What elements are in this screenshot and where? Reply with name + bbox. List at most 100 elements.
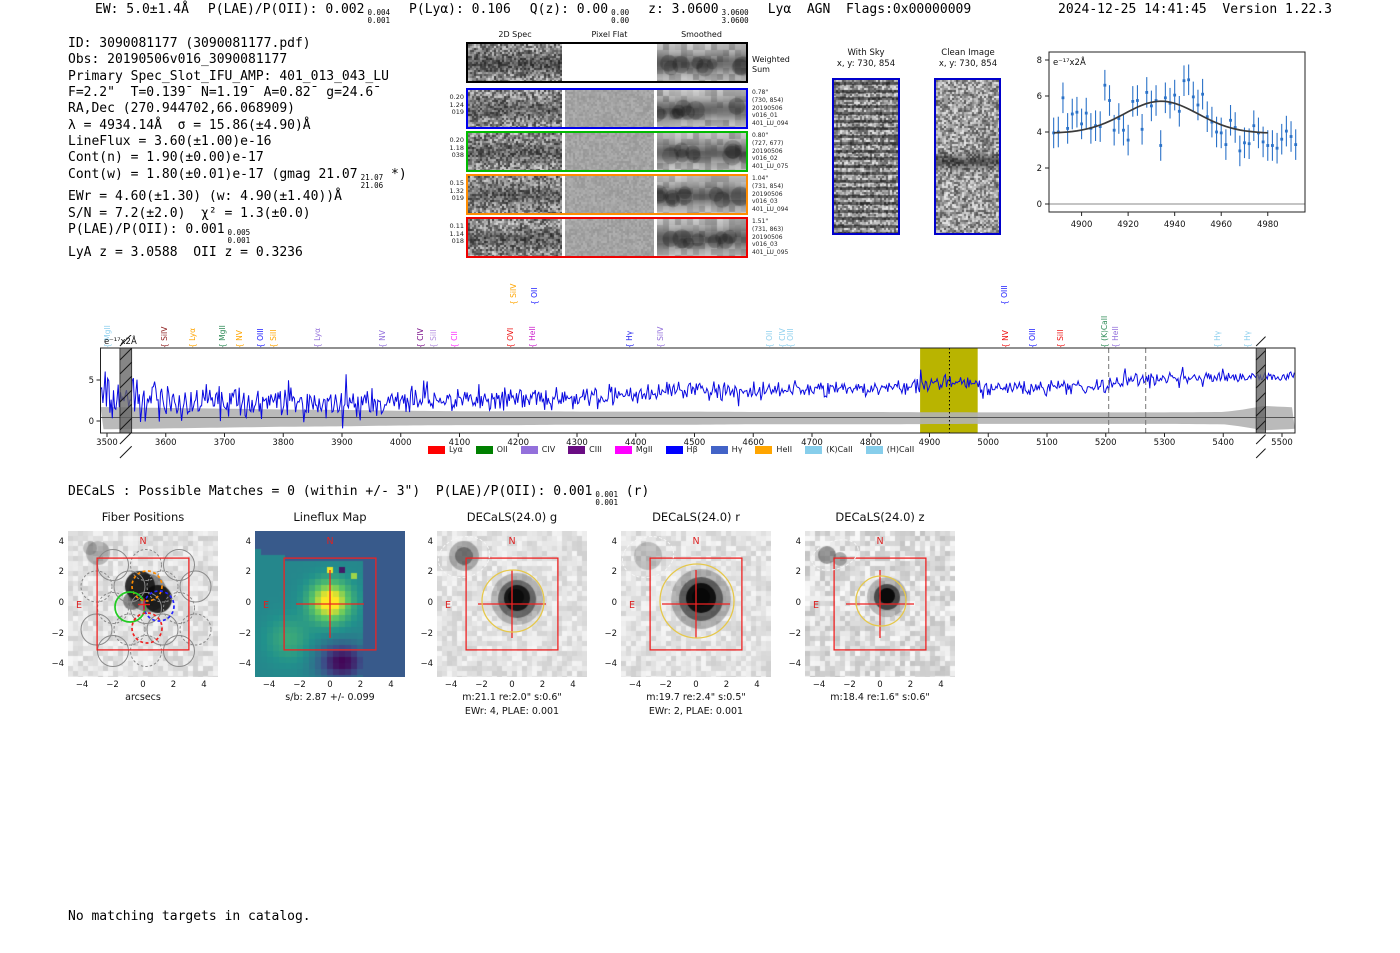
header-segment: EW: 5.0±1.4Å (95, 2, 189, 17)
y-tick-label: 2 (795, 567, 801, 578)
x-tick-label: 4 (570, 680, 576, 690)
legend-label: Hγ (731, 445, 743, 454)
spec2d-cell (468, 219, 562, 256)
spec2d-cell (657, 176, 746, 213)
cutout-title: DECaLS(24.0) g (466, 510, 558, 524)
cutout-title: Lineflux Map (293, 510, 367, 524)
line-label-oii: { OII (529, 287, 539, 305)
info-line: RA,Dec (270.944702,66.068909) (68, 101, 295, 117)
y-tick-label: 0 (427, 598, 433, 608)
info-line: F=2.2" T=0.13̄9̄ N=1.1̄9̄ A=0.82̄ g=24.6… (68, 85, 374, 101)
legend-label: Hβ (686, 445, 698, 454)
stacked-value: 0.004 0.001 (367, 8, 391, 25)
svg-text:e⁻¹⁷x2Å: e⁻¹⁷x2Å (1053, 56, 1086, 68)
cutout-panel-4: DECaLS(24.0) r N E 4 2 0 −2 −4 −4 −2 0 2 4 m:19.7 re:… (599, 508, 799, 723)
cutout-overlay: NE (76, 536, 212, 667)
spec2d-left-label: 0.20 1.18 038 (449, 136, 464, 160)
x-tick-label: −4 (628, 680, 642, 690)
spec2d-cell (657, 133, 746, 170)
svg-text:3900: 3900 (331, 438, 353, 448)
x-tick-label: 4 (388, 680, 394, 690)
svg-text:4000: 4000 (390, 438, 412, 448)
info-line: ID: 3090081177 (3090081177.pdf) (68, 36, 311, 51)
y-tick-label: 2 (611, 567, 617, 578)
svg-text:5200: 5200 (1095, 438, 1117, 448)
svg-text:5: 5 (89, 376, 94, 386)
spec2d-cell (468, 90, 562, 127)
north-label: N (326, 536, 333, 547)
legend-label: (H)CaII (886, 445, 915, 454)
legend-label: CIV (541, 445, 556, 454)
spec2d-left-label: 0.11 1.14 018 (449, 222, 464, 246)
y-tick-label: −2 (604, 628, 617, 639)
catalog-match-line: DECaLS : Possible Matches = 0 (within +/… (68, 484, 650, 507)
x-tick-label: 0 (877, 680, 883, 690)
y-tick-label: −2 (788, 628, 801, 639)
x-tick-label: 4 (938, 680, 944, 690)
legend-item: CIII (568, 445, 602, 454)
svg-text:4920: 4920 (1117, 220, 1139, 230)
header-segment: P(Lyα): 0.106 (409, 2, 511, 17)
legend-swatch (665, 445, 683, 454)
legend-item: (H)CaII (865, 445, 915, 454)
legend-label: (K)CaII (826, 445, 853, 454)
stacked-value: 21.07 21.06 (360, 172, 384, 190)
svg-text:3500: 3500 (96, 438, 118, 448)
svg-text:2: 2 (1037, 164, 1042, 174)
cutout-panel-3: DECaLS(24.0) g N E 4 2 0 −2 −4 −4 −2 0 2 4 m:21.1 re:… (415, 508, 615, 723)
clean-image-canvas (936, 80, 999, 233)
cutout-xlabel: m:18.4 re:1.6" s:0.6" (830, 692, 930, 703)
legend-item: MgII (614, 445, 653, 454)
spec2d-cell (657, 219, 746, 256)
with-sky-image (832, 78, 900, 235)
legend-swatch (755, 445, 773, 454)
cutout-xlabel: m:19.7 re:2.4" s:0.5" (646, 692, 746, 703)
x-tick-label: −4 (75, 680, 89, 690)
header-segment: Q(z): 0.00 0.00 0.00 (529, 2, 630, 25)
y-tick-label: 4 (795, 537, 801, 547)
spec2d-cell (468, 44, 562, 81)
info-line: Primary Spec_Slot_IFU_AMP: 401_013_043_L… (68, 68, 389, 84)
svg-text:5300: 5300 (1154, 438, 1176, 448)
header-segment: Lyα AGN Flags:0x00000009 (767, 2, 972, 17)
legend-label: CIII (589, 445, 602, 454)
spec2d-cell (468, 133, 562, 170)
header-summary-line: EW: 5.0±1.4Å P(LAE)/P(OII): 0.002 0.004 0.0… (95, 2, 990, 25)
cutout-image: NE (621, 531, 771, 677)
x-tick-label: 2 (170, 680, 177, 690)
clean-image-title: Clean Image x, y: 730, 854 (938, 48, 998, 69)
cutout-xlabel2: EWr: 4, PLAE: 0.001 (464, 706, 560, 717)
east-label: E (813, 600, 819, 611)
legend-swatch (475, 445, 493, 454)
y-tick-label: 4 (427, 537, 433, 547)
svg-text:0: 0 (89, 417, 94, 427)
y-tick-label: 4 (58, 537, 64, 547)
y-tick-label: 2 (58, 567, 64, 578)
clean-image (934, 78, 1001, 235)
east-label: E (263, 600, 269, 611)
svg-text:3800: 3800 (272, 438, 294, 448)
spec2d-right-label: 0.78" (730, 854) 20190506 v016_01 401_LU_094 (752, 89, 789, 128)
east-label: E (445, 600, 451, 611)
stacked-value: 3.0600 3.0600 (721, 8, 749, 25)
north-label: N (139, 536, 146, 547)
cutout-image: NE (805, 531, 955, 677)
y-tick-label: 0 (58, 598, 64, 608)
spec2d-col-header: 2D Spec (498, 30, 532, 39)
cutout-overlay: NE (621, 536, 743, 651)
x-tick-label: 0 (327, 680, 333, 690)
y-tick-label: −4 (420, 659, 433, 669)
east-label: E (629, 600, 635, 611)
x-tick-label: 2 (723, 680, 730, 690)
svg-text:4: 4 (1037, 128, 1042, 138)
legend-swatch (865, 445, 883, 454)
svg-text:4900: 4900 (1071, 220, 1093, 230)
legend-label: MgII (635, 445, 653, 454)
x-tick-label: −2 (475, 680, 488, 690)
info-line: Cont(n) = 1.90(±0.00)e-17 (68, 150, 264, 166)
x-tick-label: 2 (907, 680, 914, 690)
cutout-overlay: NE (263, 536, 377, 651)
cutout-panel-5: DECaLS(24.0) z N E 4 2 0 −2 −4 −4 −2 0 2 4 m:18.4 re:… (783, 508, 983, 723)
x-tick-label: 4 (201, 680, 207, 690)
spec2d-cell (565, 44, 654, 81)
